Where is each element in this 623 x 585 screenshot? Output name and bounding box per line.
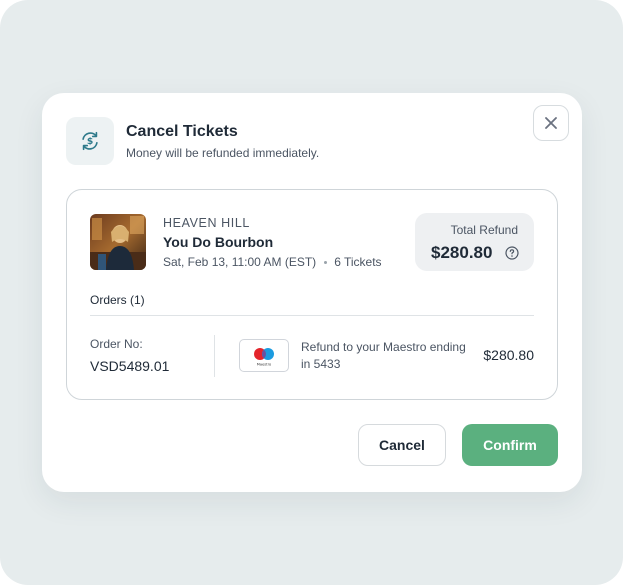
total-refund-amount: $280.80 [431,243,493,262]
close-icon [545,117,557,129]
separator-dot [324,261,328,265]
cancel-button[interactable]: Cancel [358,424,446,466]
event-brand: HEAVEN HILL [163,216,250,230]
total-refund-label: Total Refund [450,223,518,237]
dialog-title: Cancel Tickets [126,123,238,140]
total-refund-box: Total Refund $280.80 [415,213,534,271]
svg-text:$: $ [87,136,93,147]
event-ticket-count: 6 Tickets [334,255,382,269]
event-name: You Do Bourbon [163,234,274,250]
event-datetime: Sat, Feb 13, 11:00 AM (EST) [163,255,317,269]
cancel-tickets-dialog: $ Cancel Tickets Money will be refunded … [42,93,582,492]
order-refund-amount: $280.80 [483,347,534,363]
orders-heading: Orders (1) [90,293,145,307]
maestro-card-icon: Maestro [239,339,289,372]
question-circle-icon[interactable] [505,246,519,260]
refund-cycle-dollar-icon: $ [66,117,114,165]
svg-text:Maestro: Maestro [257,362,271,366]
event-meta: Sat, Feb 13, 11:00 AM (EST) 6 Tickets [163,255,382,269]
dialog-subtitle: Money will be refunded immediately. [126,146,320,160]
event-thumbnail [90,214,146,270]
order-number-label: Order No: [90,337,143,351]
order-number-value: VSD5489.01 [90,358,170,374]
close-button[interactable] [533,105,569,141]
divider [90,315,534,316]
confirm-button[interactable]: Confirm [462,424,558,466]
order-summary-card: HEAVEN HILL You Do Bourbon Sat, Feb 13, … [66,189,558,400]
vertical-divider [214,335,215,377]
refund-destination-text: Refund to your Maestro ending in 5433 [301,340,466,371]
